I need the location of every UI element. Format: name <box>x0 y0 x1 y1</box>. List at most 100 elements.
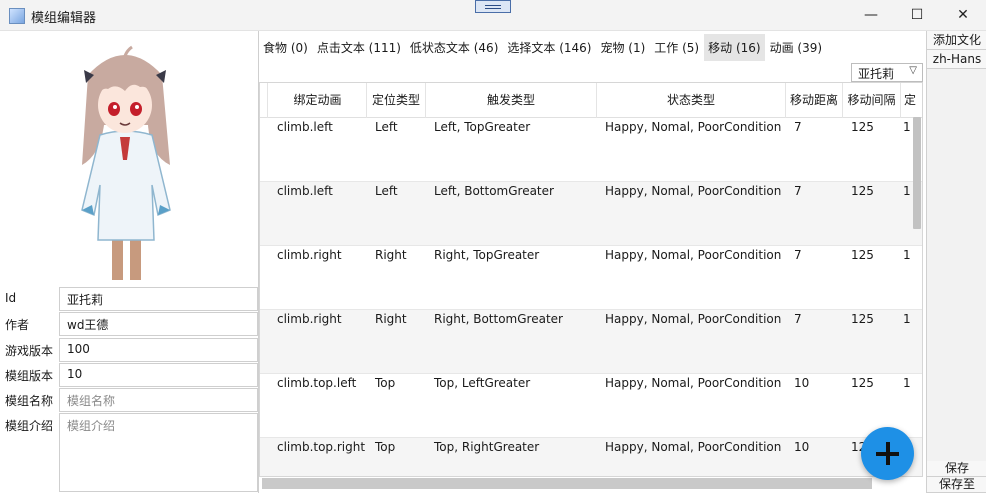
cell-move-distance[interactable]: 7 <box>786 182 843 246</box>
grid-horizontal-scrollbar[interactable] <box>262 478 872 489</box>
drag-handle-icon[interactable] <box>475 0 511 13</box>
cell-trigger-type[interactable]: Right, BottomGreater <box>426 310 597 374</box>
mod-info-panel: Id 亚托莉 作者 wd王德 游戏版本 100 模组版本 10 模组名称 模组名… <box>0 31 259 493</box>
cell-trigger-type[interactable]: Left, TopGreater <box>426 118 597 182</box>
pet-select-dropdown[interactable]: 亚托莉 ▽ <box>851 63 923 82</box>
cell-bind-animation[interactable]: climb.top.right <box>269 438 367 476</box>
mod-name-row: 模组名称 模组名称 <box>0 388 259 413</box>
cell-trigger-type[interactable]: Top, RightGreater <box>426 438 597 476</box>
cell-trigger-type[interactable]: Right, TopGreater <box>426 246 597 310</box>
cell-move-interval[interactable]: 125 <box>843 310 901 374</box>
game-version-input[interactable]: 100 <box>59 338 258 362</box>
column-header-move-distance[interactable]: 移动距离 <box>786 83 843 118</box>
author-input[interactable]: wd王德 <box>59 312 258 336</box>
tab-work[interactable]: 工作 (5) <box>650 34 703 61</box>
row-header-corner <box>260 83 268 118</box>
title-bar: 模组编辑器 — ☐ ✕ <box>0 0 986 31</box>
mod-version-input[interactable]: 10 <box>59 363 258 387</box>
cell-trigger-type[interactable]: Top, LeftGreater <box>426 374 597 438</box>
id-input[interactable]: 亚托莉 <box>59 287 258 311</box>
category-tabs: 食物 (0) 点击文本 (111) 低状态文本 (46) 选择文本 (146) 宠物 (… <box>259 34 827 61</box>
save-button[interactable]: 保存 <box>927 461 986 477</box>
add-item-button[interactable] <box>861 427 914 480</box>
cell-move-distance[interactable]: 7 <box>786 118 843 182</box>
mod-name-label: 模组名称 <box>5 394 54 408</box>
table-row[interactable]: climb.left Left Left, BottomGreater Happy, … <box>260 182 922 246</box>
tab-food[interactable]: 食物 (0) <box>259 34 312 61</box>
table-row[interactable]: climb.right Right Right, BottomGreater Happ… <box>260 310 922 374</box>
cell-truncated[interactable]: 1 <box>901 374 922 438</box>
pet-select-value: 亚托莉 <box>858 67 895 81</box>
tab-pet[interactable]: 宠物 (1) <box>596 34 649 61</box>
tab-animation[interactable]: 动画 (39) <box>766 34 826 61</box>
grid-vertical-scrollbar[interactable] <box>913 117 921 229</box>
cell-bind-animation[interactable]: climb.left <box>269 182 367 246</box>
cell-locate-type[interactable]: Left <box>367 118 426 182</box>
cell-move-distance[interactable]: 10 <box>786 438 843 476</box>
column-header-state-type[interactable]: 状态类型 <box>597 83 786 118</box>
id-label: Id <box>5 291 17 305</box>
window-title: 模组编辑器 <box>31 11 97 26</box>
cell-bind-animation[interactable]: climb.right <box>269 246 367 310</box>
cell-move-distance[interactable]: 7 <box>786 310 843 374</box>
cell-truncated[interactable]: 1 <box>901 246 922 310</box>
tab-click-text[interactable]: 点击文本 (111) <box>313 34 405 61</box>
tab-low-state-text[interactable]: 低状态文本 (46) <box>406 34 502 61</box>
culture-item-zh-hans[interactable]: zh-Hans <box>927 50 986 69</box>
author-row: 作者 wd王德 <box>0 312 259 337</box>
maximize-button[interactable]: ☐ <box>894 0 940 31</box>
cell-truncated[interactable]: 1 <box>901 310 922 374</box>
close-button[interactable]: ✕ <box>940 0 986 31</box>
cell-state-type[interactable]: Happy, Nomal, PoorCondition <box>597 310 786 374</box>
grid-header: 绑定动画 定位类型 触发类型 状态类型 移动距离 移动间隔 定 <box>260 83 922 118</box>
minimize-button[interactable]: — <box>848 0 894 31</box>
mod-intro-label: 模组介绍 <box>5 419 54 433</box>
game-version-row: 游戏版本 100 <box>0 338 259 363</box>
cell-move-interval[interactable]: 125 <box>843 182 901 246</box>
mod-intro-row: 模组介绍 模组介绍 <box>0 413 259 493</box>
cell-state-type[interactable]: Happy, Nomal, PoorCondition <box>597 118 786 182</box>
cell-bind-animation[interactable]: climb.left <box>269 118 367 182</box>
column-header-bind-animation[interactable]: 绑定动画 <box>269 83 367 118</box>
cell-state-type[interactable]: Happy, Nomal, PoorCondition <box>597 438 786 476</box>
cell-trigger-type[interactable]: Left, BottomGreater <box>426 182 597 246</box>
table-row[interactable]: climb.top.left Top Top, LeftGreater Happy, … <box>260 374 922 438</box>
cell-move-interval[interactable]: 125 <box>843 246 901 310</box>
chevron-down-icon: ▽ <box>909 65 917 76</box>
column-header-locate-type[interactable]: 定位类型 <box>367 83 426 118</box>
tab-move[interactable]: 移动 (16) <box>704 34 765 61</box>
cell-locate-type[interactable]: Top <box>367 374 426 438</box>
cell-locate-type[interactable]: Right <box>367 310 426 374</box>
cell-locate-type[interactable]: Left <box>367 182 426 246</box>
cell-bind-animation[interactable]: climb.right <box>269 310 367 374</box>
mod-version-label: 模组版本 <box>5 369 54 383</box>
table-row[interactable]: climb.left Left Left, TopGreater Happy, Nom… <box>260 118 922 182</box>
cell-move-distance[interactable]: 7 <box>786 246 843 310</box>
cell-bind-animation[interactable]: climb.top.left <box>269 374 367 438</box>
tab-select-text[interactable]: 选择文本 (146) <box>503 34 595 61</box>
app-icon <box>9 8 25 24</box>
column-header-move-interval[interactable]: 移动间隔 <box>843 83 901 118</box>
cell-locate-type[interactable]: Top <box>367 438 426 476</box>
id-row: Id 亚托莉 <box>0 287 259 312</box>
game-version-label: 游戏版本 <box>5 344 54 358</box>
cell-locate-type[interactable]: Right <box>367 246 426 310</box>
move-data-grid: 绑定动画 定位类型 触发类型 状态类型 移动距离 移动间隔 定 climb.le… <box>259 82 923 477</box>
cell-move-interval[interactable]: 125 <box>843 118 901 182</box>
save-as-button[interactable]: 保存至 <box>927 477 986 493</box>
pet-preview-image <box>70 35 180 285</box>
cell-state-type[interactable]: Happy, Nomal, PoorCondition <box>597 246 786 310</box>
mod-name-input[interactable]: 模组名称 <box>59 388 258 412</box>
cell-move-distance[interactable]: 10 <box>786 374 843 438</box>
cell-state-type[interactable]: Happy, Nomal, PoorCondition <box>597 182 786 246</box>
mod-version-row: 模组版本 10 <box>0 363 259 388</box>
column-header-truncated[interactable]: 定 <box>901 83 922 118</box>
cell-state-type[interactable]: Happy, Nomal, PoorCondition <box>597 374 786 438</box>
author-label: 作者 <box>5 318 30 332</box>
add-culture-button[interactable]: 添加文化 <box>927 31 986 50</box>
mod-intro-textarea[interactable]: 模组介绍 <box>59 413 258 492</box>
table-row[interactable]: climb.right Right Right, TopGreater Happy, … <box>260 246 922 310</box>
table-row[interactable]: climb.top.right Top Top, RightGreater Happy… <box>260 438 922 476</box>
column-header-trigger-type[interactable]: 触发类型 <box>426 83 597 118</box>
culture-panel: 添加文化 zh-Hans 保存 保存至 <box>926 31 986 493</box>
